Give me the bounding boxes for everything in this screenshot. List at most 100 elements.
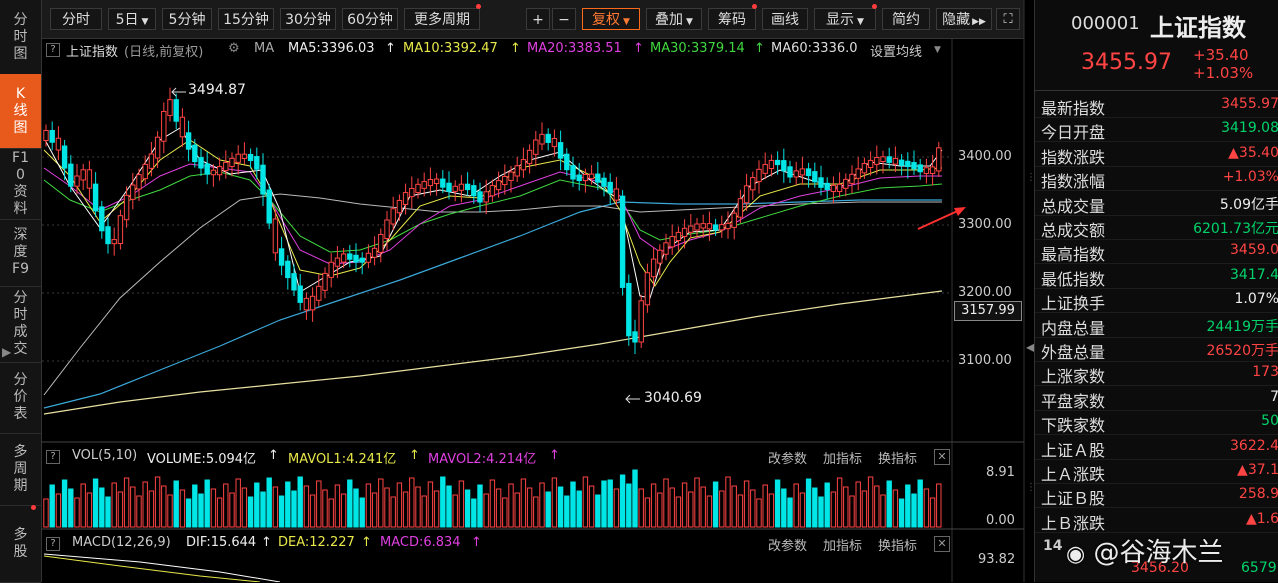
- candle-body: [737, 198, 744, 218]
- low-annotation: [625, 394, 640, 404]
- volume-bar: [291, 490, 297, 528]
- y-axis-label: 3100.00: [958, 353, 1012, 368]
- macd-title: MACD(12,26,9): [72, 535, 171, 550]
- candle-body: [582, 174, 589, 182]
- volume-bar: [402, 491, 409, 528]
- ma250-line: [43, 290, 943, 415]
- candle-body: [427, 179, 434, 187]
- candle-body: [247, 153, 254, 162]
- help-icon[interactable]: ?: [46, 537, 60, 551]
- vol-axis-top: 8.91: [986, 465, 1015, 480]
- macd-switch-indicator-button[interactable]: 换指标: [878, 535, 917, 554]
- volume-bar: [92, 478, 99, 528]
- volume-bar: [464, 489, 471, 528]
- vol-change-params-button[interactable]: 改参数: [768, 448, 807, 467]
- candle-body: [805, 168, 812, 177]
- stat-row: 内盘总量 24419万手: [1035, 313, 1278, 338]
- volume-bar: [123, 477, 130, 528]
- stat-label: 上涨家数: [1041, 367, 1106, 387]
- candle-body: [706, 223, 713, 230]
- volume-bar: [229, 492, 235, 528]
- high-price-label: 3494.87: [188, 82, 246, 98]
- candle-body: [229, 157, 235, 167]
- volume-bar: [452, 494, 458, 528]
- candle-body: [588, 173, 595, 180]
- candle-body: [415, 183, 421, 193]
- volume-bar: [471, 498, 477, 528]
- vol-add-indicator-button[interactable]: 加指标: [823, 448, 862, 467]
- volume-bar: [316, 480, 322, 528]
- stat-row: 最低指数 3417.4: [1035, 264, 1278, 289]
- y-axis-label: 3300.00: [958, 217, 1012, 232]
- candle-body: [799, 168, 806, 176]
- macd-add-indicator-button[interactable]: 加指标: [823, 535, 862, 554]
- candle-body: [365, 252, 372, 263]
- candle-body: [756, 168, 762, 183]
- candle-body: [861, 163, 868, 174]
- volume-bar: [303, 485, 310, 528]
- candle-body: [471, 185, 477, 197]
- vol-title: VOL(5,10): [72, 448, 138, 463]
- volume-bar: [898, 498, 905, 528]
- candle-body: [905, 160, 911, 168]
- watermark: ◉ @谷海木兰: [1066, 532, 1223, 569]
- volume-bar: [142, 481, 148, 528]
- volume-bar: [43, 498, 49, 528]
- candle-body: [725, 222, 731, 230]
- volume-bar: [272, 486, 279, 528]
- volume-bar: [130, 486, 136, 528]
- arrow-up-icon: ↑: [261, 535, 272, 550]
- volume-bar: [241, 487, 248, 528]
- volume-bar: [774, 479, 781, 528]
- volume-bar: [154, 476, 161, 528]
- volume-bar: [576, 490, 582, 528]
- volume-bar: [539, 482, 545, 528]
- volume-bar: [495, 488, 502, 528]
- volume-bar: [545, 491, 551, 528]
- volume-bar: [843, 486, 849, 528]
- candle-body: [142, 163, 148, 180]
- candle-body: [86, 169, 93, 189]
- volume-bar: [762, 484, 768, 528]
- red-arrow-icon: [917, 208, 963, 230]
- candle-body: [774, 159, 781, 166]
- stat-row: 上涨家数 173: [1035, 361, 1278, 387]
- candle-body: [892, 157, 899, 165]
- candle-body: [762, 164, 768, 174]
- volume-bar: [136, 495, 142, 528]
- volume-bar: [657, 492, 663, 528]
- candle-body: [644, 272, 651, 306]
- ma10-line: [43, 139, 943, 287]
- candle-body: [483, 191, 489, 203]
- ma60-line: [43, 193, 942, 396]
- close-icon[interactable]: ✕: [934, 536, 950, 552]
- close-icon[interactable]: ✕: [934, 449, 950, 465]
- volume-bar: [297, 476, 303, 528]
- volume-bar: [223, 483, 229, 528]
- volume-bar: [886, 480, 892, 528]
- volume-bar: [371, 492, 378, 528]
- help-icon[interactable]: ?: [46, 450, 60, 464]
- volume-bar: [148, 490, 155, 528]
- candle-body: [254, 156, 260, 170]
- volume-bar: [415, 486, 421, 528]
- macd-change-params-button[interactable]: 改参数: [768, 535, 807, 554]
- volume-bar: [669, 487, 675, 528]
- volume-bar: [830, 491, 837, 528]
- candle-body: [818, 177, 824, 188]
- stat-row: 总成交额 6201.73亿元: [1035, 215, 1278, 240]
- candle-body: [917, 164, 923, 173]
- candle-body: [272, 218, 279, 254]
- candle-body: [390, 208, 396, 225]
- arrow-up-icon: ↑: [361, 535, 372, 550]
- candle-body: [111, 239, 117, 245]
- volume-bar: [799, 492, 806, 528]
- volume-bar: [855, 481, 861, 528]
- stat-row: 上证Ａ股 3622.4: [1035, 435, 1278, 460]
- volume-bar: [619, 474, 626, 528]
- candle-body: [446, 182, 452, 192]
- candle-body: [409, 187, 415, 198]
- vol-switch-indicator-button[interactable]: 换指标: [878, 448, 917, 467]
- candle-body: [130, 184, 136, 200]
- price-change: +35.40: [1193, 46, 1249, 64]
